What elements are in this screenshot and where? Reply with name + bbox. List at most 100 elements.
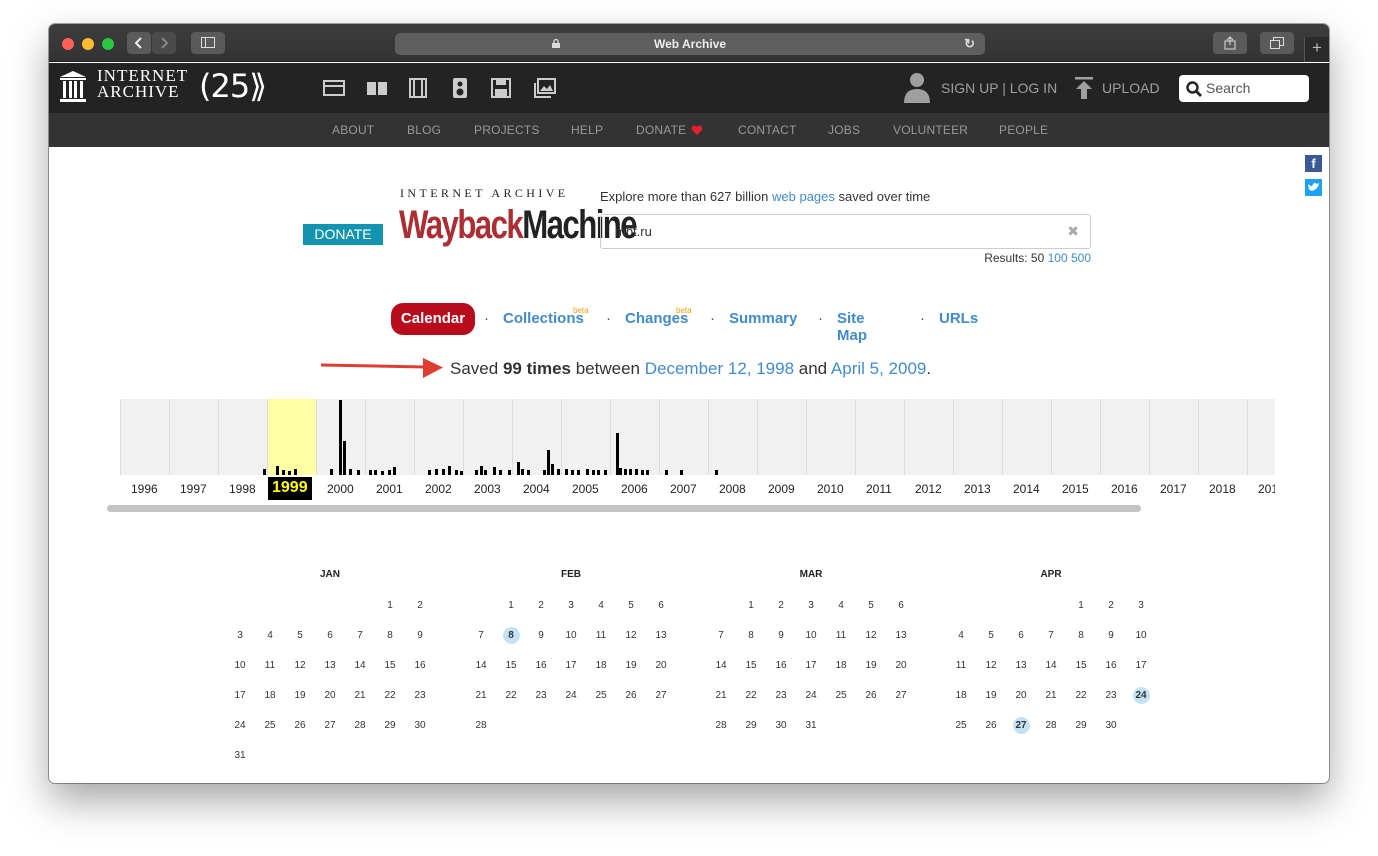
tab-changes[interactable]: Changes beta [625,306,692,327]
year-column-1997[interactable] [169,399,218,475]
year-column-2018[interactable] [1198,399,1247,475]
forward-button[interactable] [152,32,176,54]
nav-about[interactable]: ABOUT [332,123,374,137]
tab-summary[interactable]: Summary [729,310,797,327]
tabs-button[interactable] [1260,32,1294,54]
year-column-2005[interactable] [561,399,610,475]
year-label-2010[interactable]: 2010 [817,482,844,496]
share-button[interactable] [1213,32,1247,54]
year-column-1999[interactable] [267,399,316,475]
address-bar[interactable]: Web Archive ↻ [395,33,985,55]
year-label-1998[interactable]: 1998 [229,482,256,496]
year-column-2004[interactable] [512,399,561,475]
year-column-2015[interactable] [1051,399,1100,475]
tab-calendar[interactable]: Calendar [391,303,475,335]
calendar-day-captured[interactable]: 8 [496,627,526,644]
images-icon[interactable] [534,78,556,98]
nav-people[interactable]: PEOPLE [999,123,1048,137]
year-column-2006[interactable] [610,399,659,475]
year-column-1996[interactable] [120,399,169,475]
year-label-2009[interactable]: 2009 [768,482,795,496]
upload-link[interactable]: UPLOAD [1102,80,1160,96]
upload-icon[interactable] [1075,77,1093,99]
year-label-2002[interactable]: 2002 [425,482,452,496]
nav-donate[interactable]: DONATE [636,123,686,137]
url-search-input[interactable]: mbt.ru ✖ [600,214,1091,249]
year-label-2013[interactable]: 2013 [964,482,991,496]
software-icon[interactable] [490,78,512,98]
year-column-2011[interactable] [855,399,904,475]
year-column-2019[interactable] [1247,399,1296,475]
year-label-1997[interactable]: 1997 [180,482,207,496]
year-column-2014[interactable] [1002,399,1051,475]
year-label-2005[interactable]: 2005 [572,482,599,496]
timeline-scrollbar[interactable] [107,505,1141,512]
year-column-2009[interactable] [757,399,806,475]
last-capture-link[interactable]: April 5, 2009 [831,359,926,378]
audio-icon[interactable] [449,78,471,98]
year-label-2018[interactable]: 2018 [1209,482,1236,496]
year-label-1999[interactable]: 1999 [268,477,312,500]
video-icon[interactable] [407,78,429,98]
signup-login-link[interactable]: SIGN UP | LOG IN [941,80,1057,96]
tab-urls[interactable]: URLs [939,310,978,327]
web-icon[interactable] [323,78,345,98]
year-label-2001[interactable]: 2001 [376,482,403,496]
year-column-2002[interactable] [414,399,463,475]
clear-icon[interactable]: ✖ [1067,215,1079,248]
sidebar-button[interactable] [191,32,225,54]
year-label-2008[interactable]: 2008 [719,482,746,496]
back-button[interactable] [127,32,151,54]
year-column-2003[interactable] [463,399,512,475]
calendar-day-captured[interactable]: 24 [1126,687,1156,704]
nav-volunteer[interactable]: VOLUNTEER [893,123,968,137]
year-column-2001[interactable] [365,399,414,475]
year-column-2010[interactable] [806,399,855,475]
reload-icon[interactable]: ↻ [964,33,975,55]
tab-site-map[interactable]: Site Map [837,310,867,344]
close-button[interactable] [62,38,74,50]
year-label-1996[interactable]: 1996 [131,482,158,496]
year-column-2013[interactable] [953,399,1002,475]
year-column-2016[interactable] [1100,399,1149,475]
ia-search-input[interactable]: Search [1179,75,1309,102]
year-column-1998[interactable] [218,399,278,475]
calendar-day-captured[interactable]: 27 [1006,717,1036,734]
year-column-2000[interactable] [316,399,365,475]
nav-blog[interactable]: BLOG [407,123,441,137]
donate-button[interactable]: DONATE [303,224,383,245]
user-icon[interactable] [904,71,930,103]
year-label-2017[interactable]: 2017 [1160,482,1187,496]
year-column-2007[interactable] [659,399,708,475]
web-pages-link[interactable]: web pages [772,189,835,204]
ia-logo-icon[interactable] [59,71,87,103]
year-label-2015[interactable]: 2015 [1062,482,1089,496]
year-label-2006[interactable]: 2006 [621,482,648,496]
facebook-icon[interactable]: f [1305,155,1322,172]
zoom-button[interactable] [102,38,114,50]
year-label-2003[interactable]: 2003 [474,482,501,496]
minimize-button[interactable] [82,38,94,50]
nav-jobs[interactable]: JOBS [828,123,860,137]
ia-logo-text[interactable]: INTERNET ARCHIVE [97,67,188,100]
nav-contact[interactable]: CONTACT [738,123,797,137]
twitter-icon[interactable] [1305,179,1322,196]
tab-collections[interactable]: Collections beta [503,306,589,327]
texts-icon[interactable] [366,78,388,98]
year-column-2008[interactable] [708,399,757,475]
year-label-2019[interactable]: 2019 [1258,482,1275,496]
results-100-link[interactable]: 100 [1048,251,1068,265]
year-label-2016[interactable]: 2016 [1111,482,1138,496]
year-column-2012[interactable] [904,399,953,475]
year-label-2014[interactable]: 2014 [1013,482,1040,496]
capture-sparkline[interactable] [120,399,1275,475]
new-tab-button[interactable]: + [1304,37,1329,62]
nav-projects[interactable]: PROJECTS [474,123,540,137]
year-label-2012[interactable]: 2012 [915,482,942,496]
year-column-2017[interactable] [1149,399,1198,475]
ia-25-logo[interactable]: (25⟫ [199,69,267,103]
year-label-2011[interactable]: 2011 [866,482,892,496]
results-500-link[interactable]: 500 [1071,251,1091,265]
year-label-2000[interactable]: 2000 [327,482,354,496]
year-label-2007[interactable]: 2007 [670,482,697,496]
